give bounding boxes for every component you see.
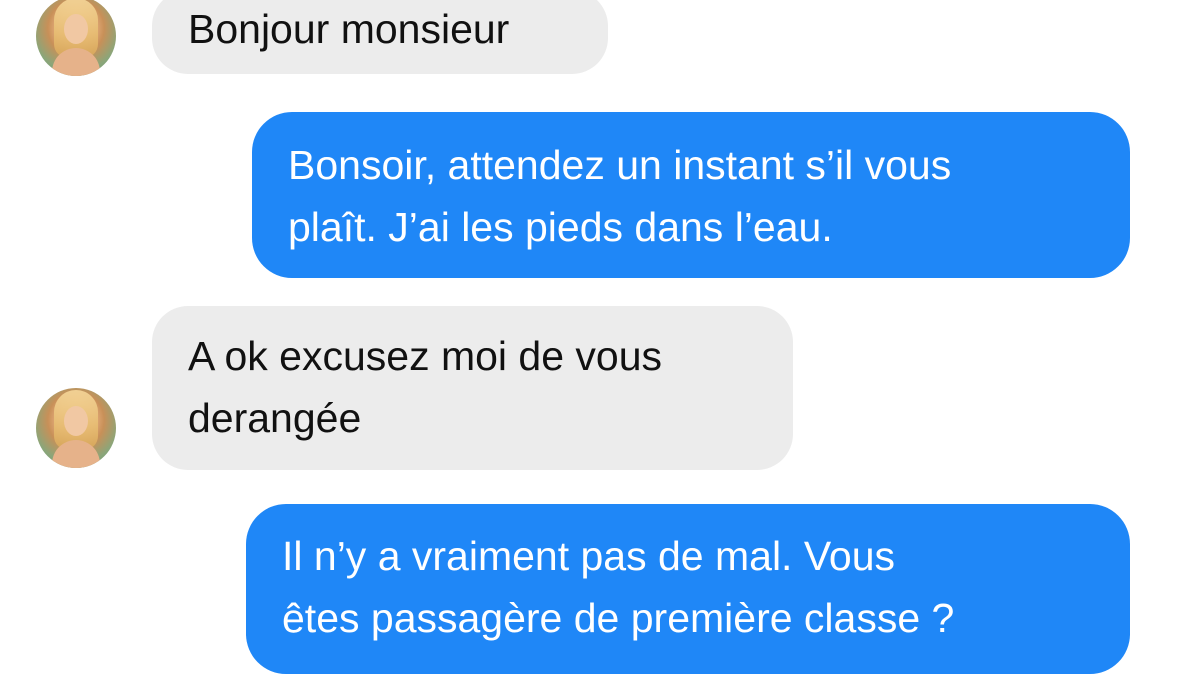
message-text-line: plaît. J’ai les pieds dans l’eau. — [288, 204, 833, 250]
message-text-line: êtes passagère de première classe ? — [282, 595, 955, 641]
message-text-line: Bonsoir, attendez un instant s’il vous — [288, 142, 952, 188]
message-bubble-received[interactable]: Bonjour monsieur — [152, 0, 608, 74]
contact-avatar[interactable] — [36, 0, 116, 76]
message-text-line: A ok excusez moi de vous — [188, 333, 663, 379]
contact-avatar[interactable] — [36, 388, 116, 468]
message-text-line: Bonjour monsieur — [188, 6, 510, 52]
message-bubble-received[interactable]: A ok excusez moi de vous derangée — [152, 306, 793, 470]
avatar-face — [64, 406, 88, 436]
message-text-line: derangée — [188, 395, 362, 441]
chat-thread: Bonjour monsieur Bonsoir, attendez un in… — [0, 0, 1200, 674]
avatar-face — [64, 14, 88, 44]
message-text-line: Il n’y a vraiment pas de mal. Vous — [282, 533, 896, 579]
message-bubble-sent[interactable]: Bonsoir, attendez un instant s’il vous p… — [252, 112, 1130, 278]
message-bubble-sent[interactable]: Il n’y a vraiment pas de mal. Vous êtes … — [246, 504, 1130, 674]
